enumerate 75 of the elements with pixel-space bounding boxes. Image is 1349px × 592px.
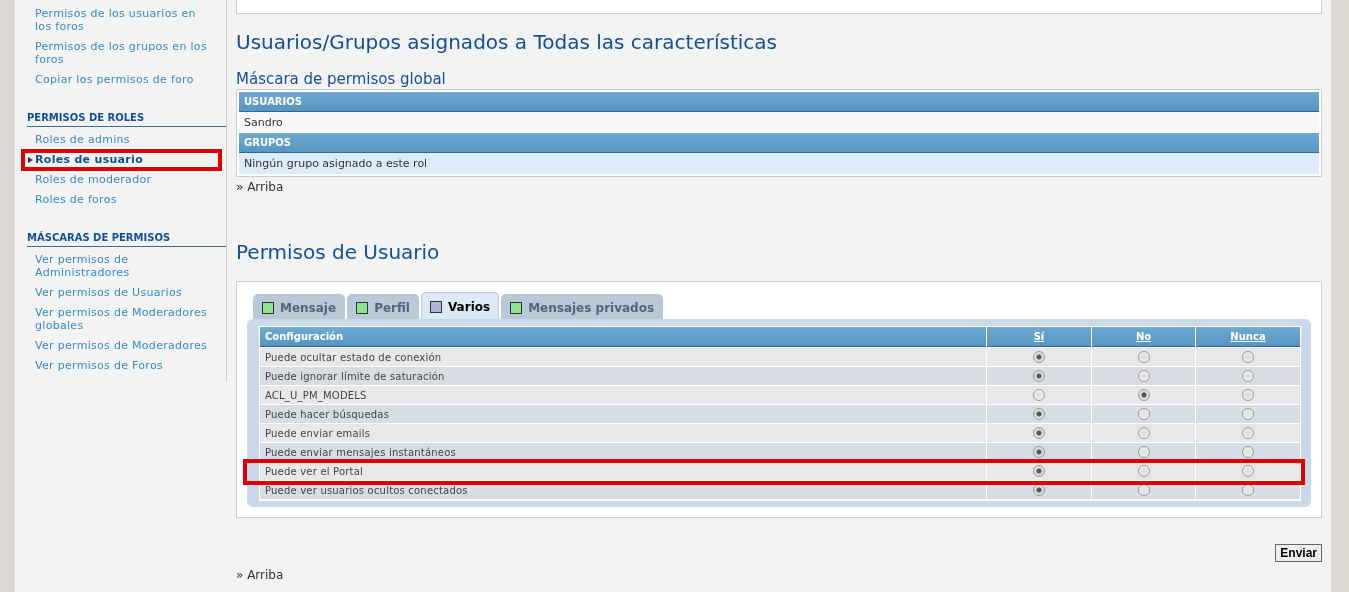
sidebar-heading: PERMISOS DE ROLES — [27, 112, 226, 127]
table-cell: Puede ocultar estado de conexión — [260, 348, 986, 366]
radio-button[interactable] — [1242, 446, 1254, 458]
radio-button[interactable] — [1137, 427, 1150, 439]
sidebar-link-text: Roles de usuario — [35, 153, 143, 166]
radio-button[interactable] — [1242, 389, 1254, 401]
column-header[interactable]: Sí — [987, 327, 1091, 347]
sidebar-link[interactable]: Ver permisos de Usuarios — [27, 283, 226, 303]
radio-button[interactable] — [1242, 465, 1254, 477]
sidebar-link[interactable]: Roles de usuario — [27, 150, 226, 170]
radio-button[interactable] — [1033, 465, 1045, 477]
table-cell: Sandro — [239, 112, 1319, 133]
table-header: GRUPOS — [239, 133, 1319, 153]
sidebar-link[interactable]: Copiar los permisos de foro — [27, 70, 226, 90]
section-title: Permisos de Usuario — [236, 240, 441, 264]
column-header: Configuración — [260, 327, 986, 347]
table-cell: Puede ignorar límite de saturación — [260, 367, 986, 385]
sidebar-link-text: Roles de admins — [35, 133, 130, 146]
sidebar-link-text: Permisos de los usuarios en los foros — [35, 7, 196, 33]
radio-button[interactable] — [1242, 408, 1254, 420]
radio-button[interactable] — [1242, 351, 1254, 363]
radio-button[interactable] — [1137, 370, 1150, 382]
sidebar-link[interactable]: Roles de foros — [27, 190, 226, 210]
sidebar-link-text: Ver permisos de Foros — [35, 359, 163, 372]
square-icon — [262, 301, 274, 314]
table-header: USUARIOS — [239, 92, 1319, 112]
radio-button[interactable] — [1033, 370, 1045, 382]
column-header[interactable]: No — [1092, 327, 1195, 347]
tab[interactable]: Mensaje — [253, 294, 346, 319]
square-icon — [430, 300, 442, 313]
sidebar-link-text: Ver permisos de Moderadores globales — [35, 306, 208, 332]
radio-button[interactable] — [1242, 370, 1254, 382]
sidebar-link[interactable]: Roles de admins — [27, 130, 226, 150]
sidebar-link[interactable]: Ver permisos de Foros — [27, 356, 226, 376]
table-cell: Ningún grupo asignado a este rol — [239, 153, 1319, 174]
sidebar-link[interactable]: Permisos de los usuarios en los foros — [27, 4, 226, 37]
sidebar-link-text: Permisos de los grupos en los foros — [35, 40, 207, 66]
bullet-icon — [28, 157, 33, 163]
tab[interactable]: Perfil — [347, 294, 419, 319]
sidebar-link-text: Roles de foros — [35, 193, 117, 206]
table-cell: Puede hacer búsquedas — [260, 405, 986, 423]
sidebar-link-text: Ver permisos de Administradores — [35, 253, 130, 279]
sidebar-link[interactable]: Roles de moderador — [27, 170, 226, 190]
radio-button[interactable] — [1033, 446, 1045, 458]
sidebar-link[interactable]: Permisos de los grupos en los foros — [27, 37, 226, 70]
sidebar-link-text: Copiar los permisos de foro — [35, 73, 194, 86]
tab[interactable]: Mensajes privados — [501, 294, 664, 319]
radio-button[interactable] — [1033, 427, 1045, 439]
table-cell: ACL_U_PM_MODELS — [260, 386, 986, 404]
tab[interactable]: Varios — [421, 292, 500, 319]
sidebar-link-text: Ver permisos de Usuarios — [35, 286, 182, 299]
top-link[interactable]: » Arriba — [236, 568, 1322, 582]
sidebar-link-text: Roles de moderador — [35, 173, 152, 186]
sidebar-link[interactable]: Ver permisos de Moderadores globales — [27, 303, 226, 336]
square-icon — [510, 301, 523, 314]
radio-button[interactable] — [1137, 446, 1150, 458]
sidebar-link[interactable]: Ver permisos de Moderadores — [27, 336, 226, 356]
radio-button[interactable] — [1137, 408, 1150, 420]
radio-button[interactable] — [1137, 389, 1150, 401]
submit-button[interactable]: Enviar — [1275, 544, 1322, 562]
sidebar-heading: MÁSCARAS DE PERMISOS — [27, 232, 226, 247]
radio-button[interactable] — [1033, 408, 1045, 420]
table-cell: Puede enviar emails — [260, 424, 986, 442]
radio-button[interactable] — [1033, 351, 1045, 363]
top-link[interactable]: » Arriba — [236, 180, 1322, 194]
radio-button[interactable] — [1137, 465, 1150, 477]
section-title: Usuarios/Grupos asignados a Todas las características — [236, 30, 778, 54]
column-header[interactable]: Nunca — [1196, 327, 1300, 347]
subsection-title: Máscara de permisos global — [236, 70, 447, 88]
sidebar-link[interactable]: Ver permisos de Administradores — [27, 250, 226, 283]
sidebar-link-text: Ver permisos de Moderadores — [35, 339, 208, 352]
radio-button[interactable] — [1137, 351, 1150, 363]
radio-button[interactable] — [1242, 427, 1254, 439]
square-icon — [356, 301, 369, 314]
radio-button[interactable] — [1033, 389, 1045, 401]
